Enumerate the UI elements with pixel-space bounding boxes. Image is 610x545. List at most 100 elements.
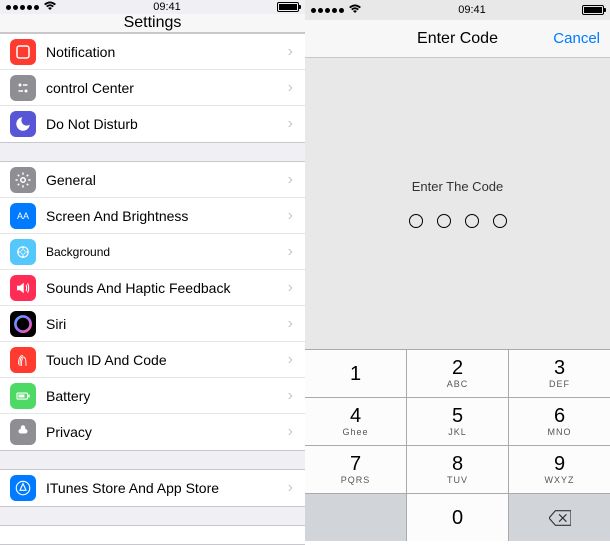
status-bar: 09:41 bbox=[0, 0, 305, 14]
svg-text:AA: AA bbox=[17, 211, 29, 221]
settings-row-control-center[interactable]: control Center› bbox=[0, 70, 305, 106]
key-letters: Ghee bbox=[342, 427, 368, 437]
status-bar: 09:41 bbox=[305, 0, 610, 20]
chevron-right-icon: › bbox=[288, 207, 293, 225]
status-time: 09:41 bbox=[153, 1, 181, 13]
chevron-right-icon: › bbox=[288, 115, 293, 133]
background-icon bbox=[10, 239, 36, 265]
keypad-3[interactable]: 3DEF bbox=[509, 350, 610, 397]
row-label: Siri bbox=[46, 316, 288, 332]
signal-dots-icon bbox=[311, 8, 344, 13]
nav-title: Enter Code bbox=[417, 30, 498, 48]
chevron-right-icon: › bbox=[288, 387, 293, 405]
key-letters: MNO bbox=[548, 427, 572, 437]
row-label: Background bbox=[46, 245, 288, 259]
siri-icon bbox=[10, 311, 36, 337]
row-label: Do Not Disturb bbox=[46, 116, 288, 132]
chevron-right-icon: › bbox=[288, 351, 293, 369]
key-letters: PQRS bbox=[341, 475, 371, 485]
settings-row-appstore[interactable]: ITunes Store And App Store› bbox=[0, 470, 305, 506]
key-number: 7 bbox=[350, 454, 361, 474]
keypad-5[interactable]: 5JKL bbox=[407, 398, 508, 445]
keypad-backspace[interactable] bbox=[509, 494, 610, 541]
settings-row-dnd[interactable]: Do Not Disturb› bbox=[0, 106, 305, 142]
key-number: 3 bbox=[554, 358, 565, 378]
chevron-right-icon: › bbox=[288, 315, 293, 333]
nav-bar: Settings bbox=[0, 14, 305, 33]
keypad-8[interactable]: 8TUV bbox=[407, 446, 508, 493]
settings-row-siri[interactable]: Siri› bbox=[0, 306, 305, 342]
keypad-9[interactable]: 9WXYZ bbox=[509, 446, 610, 493]
appstore-icon bbox=[10, 475, 36, 501]
keypad-blank bbox=[305, 494, 406, 541]
key-letters: JKL bbox=[448, 427, 467, 437]
keypad-7[interactable]: 7PQRS bbox=[305, 446, 406, 493]
wifi-icon bbox=[43, 0, 57, 14]
backspace-icon bbox=[549, 510, 571, 526]
chevron-right-icon: › bbox=[288, 479, 293, 497]
numeric-keypad: 12ABC3DEF4Ghee5JKL6MNO7PQRS8TUV9WXYZ0 bbox=[305, 349, 610, 541]
keypad-2[interactable]: 2ABC bbox=[407, 350, 508, 397]
keypad-4[interactable]: 4Ghee bbox=[305, 398, 406, 445]
settings-list: Notification›control Center›Do Not Distu… bbox=[0, 33, 305, 545]
touchid-icon bbox=[10, 347, 36, 373]
key-letters: DEF bbox=[549, 379, 570, 389]
settings-row-background[interactable]: Background› bbox=[0, 234, 305, 270]
code-prompt: Enter The Code bbox=[412, 179, 504, 194]
keypad-1[interactable]: 1 bbox=[305, 350, 406, 397]
chevron-right-icon: › bbox=[288, 171, 293, 189]
key-letters: WXYZ bbox=[545, 475, 575, 485]
settings-row-touchid[interactable]: Touch ID And Code› bbox=[0, 342, 305, 378]
battery-icon bbox=[277, 2, 299, 12]
chevron-right-icon: › bbox=[288, 243, 293, 261]
keypad-6[interactable]: 6MNO bbox=[509, 398, 610, 445]
sounds-icon bbox=[10, 275, 36, 301]
status-time: 09:41 bbox=[458, 4, 486, 16]
nav-title: Settings bbox=[124, 14, 182, 32]
battery-icon bbox=[582, 5, 604, 15]
key-number: 2 bbox=[452, 358, 463, 378]
settings-row-notification[interactable]: Notification› bbox=[0, 34, 305, 70]
privacy-icon bbox=[10, 419, 36, 445]
settings-group bbox=[0, 525, 305, 545]
chevron-right-icon: › bbox=[288, 79, 293, 97]
chevron-right-icon: › bbox=[288, 279, 293, 297]
key-number: 5 bbox=[452, 406, 463, 426]
row-label: Battery bbox=[46, 388, 288, 404]
key-number: 1 bbox=[350, 364, 361, 384]
row-label: Touch ID And Code bbox=[46, 352, 288, 368]
control-center-icon bbox=[10, 75, 36, 101]
key-letters: TUV bbox=[447, 475, 468, 485]
wifi-icon bbox=[348, 3, 362, 17]
key-number: 0 bbox=[452, 508, 463, 528]
key-number: 9 bbox=[554, 454, 565, 474]
row-label: Notification bbox=[46, 44, 288, 60]
row-label: control Center bbox=[46, 80, 288, 96]
settings-screen: 09:41 Settings Notification›control Cent… bbox=[0, 0, 305, 541]
settings-group: Notification›control Center›Do Not Distu… bbox=[0, 33, 305, 143]
key-letters: ABC bbox=[447, 379, 469, 389]
chevron-right-icon: › bbox=[288, 43, 293, 61]
settings-group: ITunes Store And App Store› bbox=[0, 469, 305, 507]
brightness-icon: AA bbox=[10, 203, 36, 229]
row-label: Privacy bbox=[46, 424, 288, 440]
keypad-0[interactable]: 0 bbox=[407, 494, 508, 541]
settings-row-battery[interactable]: Battery› bbox=[0, 378, 305, 414]
settings-row-privacy[interactable]: Privacy› bbox=[0, 414, 305, 450]
general-icon bbox=[10, 167, 36, 193]
nav-bar: Enter Code Cancel bbox=[305, 20, 610, 58]
settings-row-sounds[interactable]: Sounds And Haptic Feedback› bbox=[0, 270, 305, 306]
settings-group: General›AAScreen And Brightness›Backgrou… bbox=[0, 161, 305, 451]
code-dots bbox=[409, 214, 507, 228]
settings-row-brightness[interactable]: AAScreen And Brightness› bbox=[0, 198, 305, 234]
cancel-button[interactable]: Cancel bbox=[553, 30, 600, 47]
row-label: Sounds And Haptic Feedback bbox=[46, 280, 288, 296]
passcode-screen: 09:41 Enter Code Cancel Enter The Code 1… bbox=[305, 0, 610, 541]
row-label: ITunes Store And App Store bbox=[46, 480, 288, 496]
key-number: 4 bbox=[350, 406, 361, 426]
chevron-right-icon: › bbox=[288, 423, 293, 441]
notification-icon bbox=[10, 39, 36, 65]
settings-row-general[interactable]: General› bbox=[0, 162, 305, 198]
signal-dots-icon bbox=[6, 5, 39, 10]
row-label: General bbox=[46, 172, 288, 188]
